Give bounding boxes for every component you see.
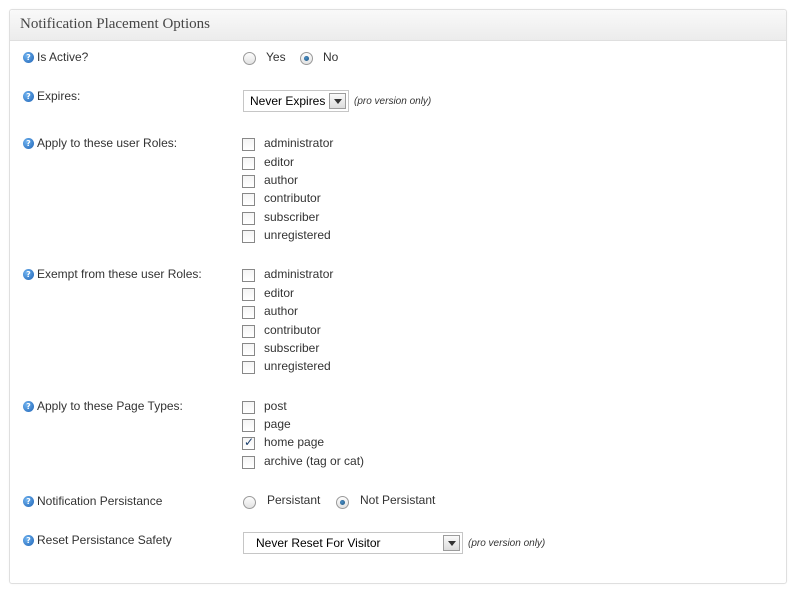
exempt-role-unregistered-checkbox[interactable] [242,361,255,374]
help-icon[interactable]: ? [23,534,34,546]
is-active-label: ? Is Active? [23,50,88,64]
apply-role-unregistered-checkbox[interactable] [242,230,255,243]
page-type-archive-label: archive (tag or cat) [264,454,365,468]
exempt-roles-label: ? Exempt from these user Roles: [23,267,202,281]
apply-role-contributor-label: contributor [264,191,321,205]
not-persistant-radio[interactable] [336,496,349,509]
exempt-role-contributor-checkbox[interactable] [242,325,255,338]
panel-title: Notification Placement Options [20,16,210,32]
exempt-role-administrator-label: administrator [264,267,334,281]
exempt-role-author-checkbox[interactable] [242,306,255,319]
exempt-role-subscriber-label: subscriber [264,341,320,355]
expires-label: ? Expires: [23,89,80,103]
not-persistant-label: Not Persistant [360,493,436,507]
apply-roles-label: ? Apply to these user Roles: [23,136,177,150]
apply-role-contributor-checkbox[interactable] [242,193,255,206]
persistance-label: ? Notification Persistance [23,494,162,508]
help-icon[interactable]: ? [23,137,34,149]
help-icon[interactable]: ? [23,90,34,102]
apply-role-administrator-label: administrator [264,136,334,150]
page-type-page-checkbox[interactable] [242,419,255,432]
exempt-role-unregistered-label: unregistered [264,359,331,373]
is-active-no-radio[interactable] [300,52,313,65]
page-type-post-checkbox[interactable] [242,401,255,414]
is-active-yes-label: Yes [266,50,286,64]
help-icon[interactable]: ? [23,495,34,507]
apply-role-editor-checkbox[interactable] [242,157,255,170]
exempt-role-author-label: author [264,304,299,318]
page-type-archive-checkbox[interactable] [242,456,255,469]
page-types-label: ? Apply to these Page Types: [23,399,183,413]
expires-select-value: Never Expires [250,94,326,108]
page-type-home-page-checkbox[interactable] [242,435,255,450]
help-icon[interactable]: ? [23,268,34,280]
apply-role-unregistered-label: unregistered [264,228,331,242]
expires-pro-note: (pro version only) [354,96,432,107]
chevron-down-icon[interactable] [329,93,346,109]
apply-role-administrator-checkbox[interactable] [242,138,255,151]
exempt-role-editor-label: editor [264,286,295,300]
help-icon[interactable]: ? [23,51,34,63]
apply-role-author-label: author [264,173,299,187]
reset-safety-pro-note: (pro version only) [468,538,546,549]
reset-safety-select-value: Never Reset For Visitor [256,536,381,550]
apply-role-author-checkbox[interactable] [242,175,255,188]
help-icon[interactable]: ? [23,400,34,412]
exempt-role-administrator-checkbox[interactable] [242,269,255,282]
chevron-down-icon[interactable] [443,535,460,551]
reset-safety-label: ? Reset Persistance Safety [23,533,172,547]
persistant-label: Persistant [267,493,321,507]
apply-role-subscriber-label: subscriber [264,210,320,224]
reset-safety-select[interactable]: Never Reset For Visitor [243,532,463,554]
page-type-page-label: page [264,417,291,431]
exempt-role-subscriber-checkbox[interactable] [242,343,255,356]
apply-role-editor-label: editor [264,155,295,169]
page-type-post-label: post [264,399,287,413]
is-active-no-label: No [323,50,339,64]
expires-select[interactable]: Never Expires [243,90,349,112]
apply-role-subscriber-checkbox[interactable] [242,212,255,225]
exempt-role-editor-checkbox[interactable] [242,288,255,301]
persistant-radio[interactable] [243,496,256,509]
exempt-role-contributor-label: contributor [264,323,321,337]
is-active-yes-radio[interactable] [243,52,256,65]
page-type-home-page-label: home page [264,435,325,449]
